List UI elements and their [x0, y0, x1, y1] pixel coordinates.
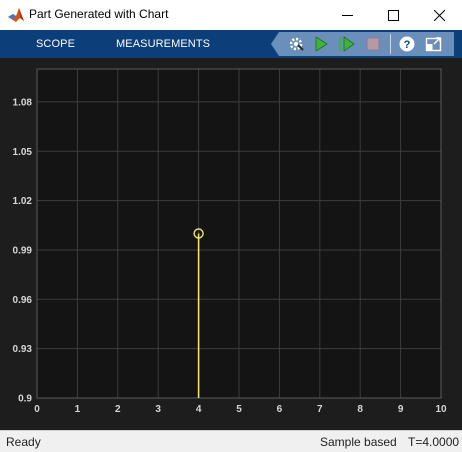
- maximize-button[interactable]: [370, 0, 416, 30]
- x-tick-label: 6: [277, 404, 283, 415]
- x-tick-label: 9: [398, 404, 404, 415]
- y-tick-label: 0.99: [13, 245, 33, 256]
- x-tick-label: 5: [236, 404, 242, 415]
- settings-icon: [289, 37, 304, 51]
- scope-plot: 0 1 2 3 4 5 6 7 8 9 10 0.9 0.93 0.96 0.99 1.02 1.05 1.08: [13, 68, 447, 415]
- window-title: Part Generated with Chart: [29, 7, 169, 21]
- x-tick-label: 1: [75, 404, 81, 415]
- toolbar-separator: [390, 34, 391, 54]
- scope-window: Part Generated with Chart SCOPE MEASUREM…: [0, 0, 462, 452]
- x-tick-label: 4: [196, 404, 202, 415]
- tab-scope[interactable]: SCOPE: [36, 38, 75, 50]
- close-icon: [433, 9, 445, 21]
- y-tick-label: 1.05: [13, 147, 33, 158]
- matlab-logo-icon: [8, 8, 24, 22]
- status-bar: Ready Sample based T=4.0000: [0, 430, 462, 452]
- close-button[interactable]: [416, 0, 462, 30]
- maximize-icon: [387, 9, 399, 21]
- y-tick-label: 0.9: [18, 394, 32, 405]
- y-tick-label: 0.96: [13, 295, 33, 306]
- y-tick-label: 1.08: [13, 97, 33, 108]
- run-icon: [315, 36, 328, 52]
- status-mode: Sample based: [320, 435, 397, 449]
- status-time: T=4.0000: [408, 435, 460, 449]
- svg-text:?: ?: [404, 39, 411, 51]
- title-bar: Part Generated with Chart: [0, 0, 462, 30]
- minimize-button[interactable]: [324, 0, 370, 30]
- step-forward-icon: [339, 36, 355, 52]
- stop-button[interactable]: [364, 35, 382, 53]
- tab-measurements[interactable]: MEASUREMENTS: [116, 38, 210, 50]
- undock-button[interactable]: [425, 35, 443, 53]
- help-icon: ?: [399, 36, 415, 52]
- step-forward-button[interactable]: [337, 35, 355, 53]
- status-ready: Ready: [6, 435, 41, 449]
- x-tick-label: 2: [115, 404, 121, 415]
- stop-icon: [366, 37, 380, 51]
- x-tick-label: 10: [435, 404, 447, 415]
- x-tick-label: 7: [317, 404, 323, 415]
- y-tick-label: 0.93: [13, 344, 33, 355]
- x-tick-label: 0: [34, 404, 40, 415]
- y-tick-label: 1.02: [13, 196, 33, 207]
- x-tick-label: 3: [155, 404, 161, 415]
- undock-icon: [425, 37, 442, 52]
- scope-display[interactable]: 0 1 2 3 4 5 6 7 8 9 10 0.9 0.93 0.96 0.99 1.02 1.05 1.08: [0, 58, 462, 430]
- minimize-icon: [341, 14, 353, 16]
- help-button[interactable]: ?: [398, 35, 416, 53]
- run-button[interactable]: [312, 35, 330, 53]
- x-tick-label: 8: [357, 404, 363, 415]
- settings-button[interactable]: [287, 35, 305, 53]
